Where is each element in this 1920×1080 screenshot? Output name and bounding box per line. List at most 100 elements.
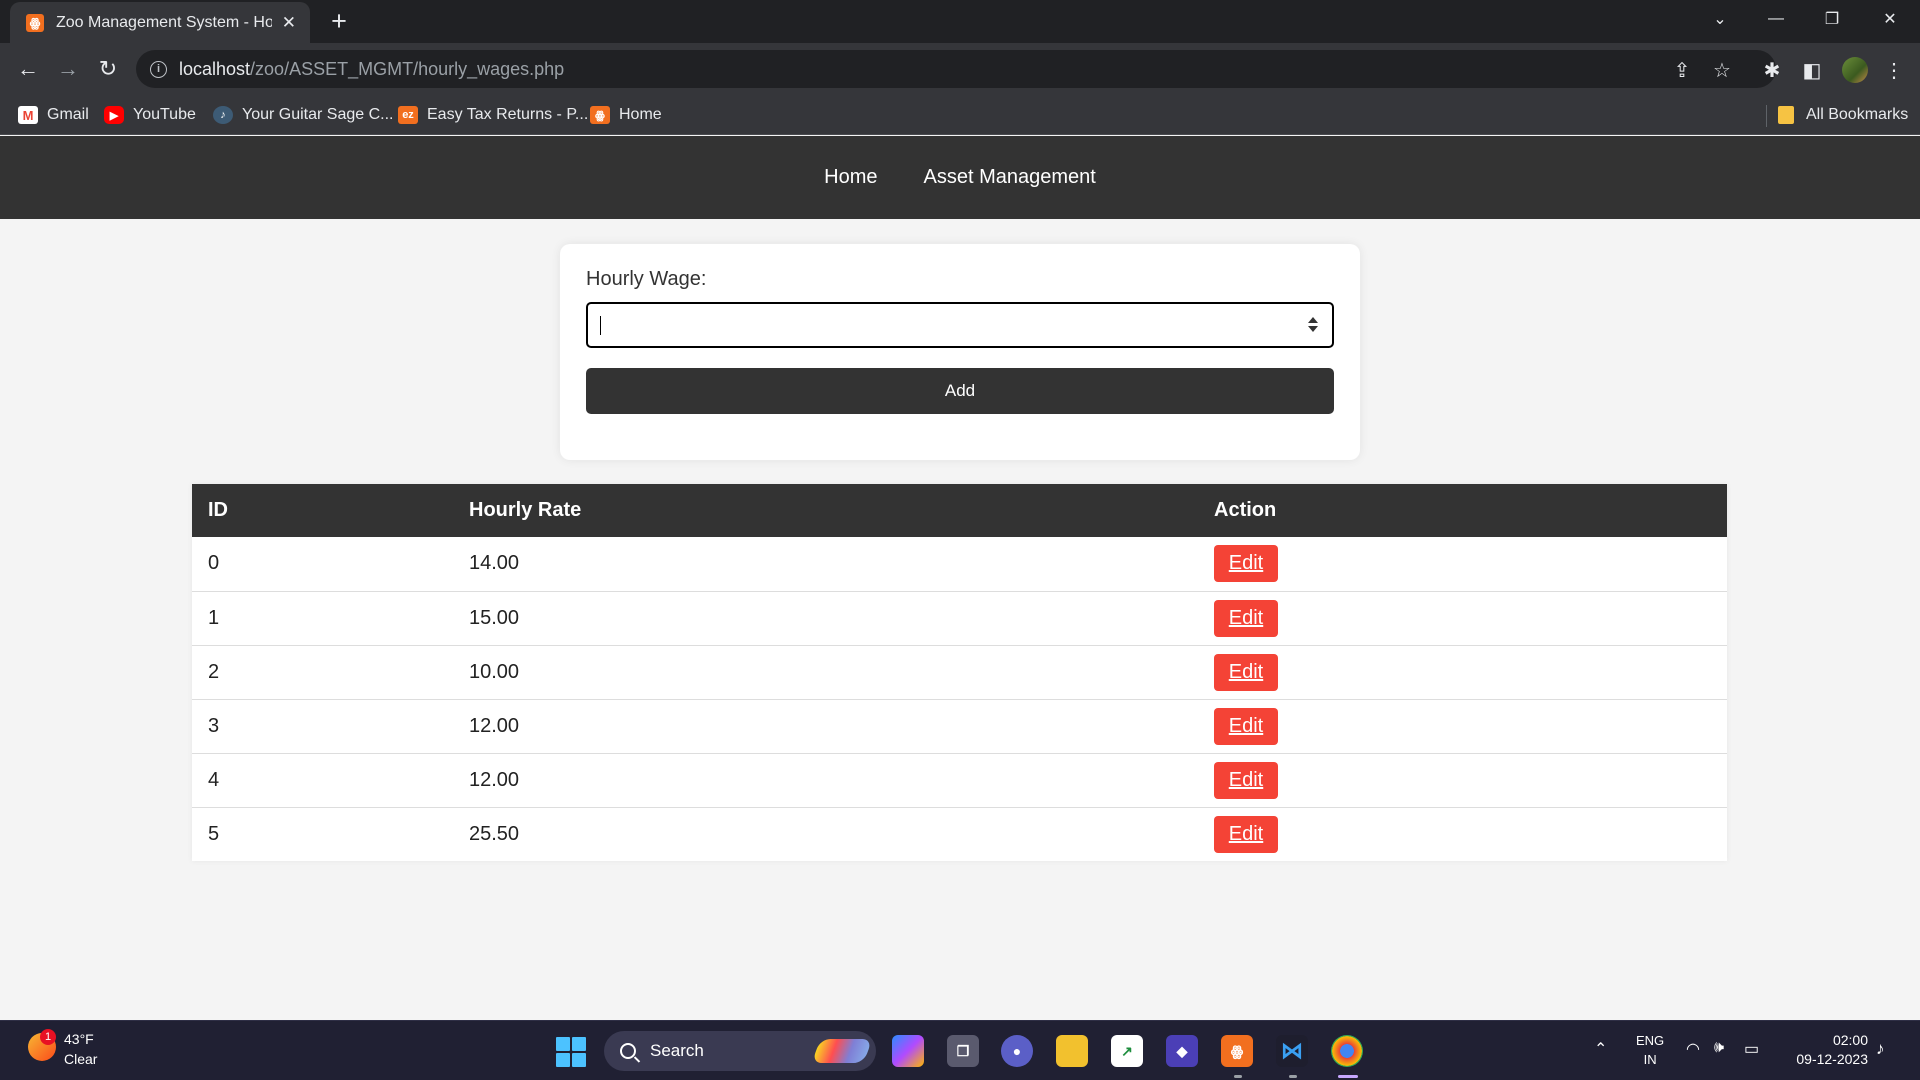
- teams-chat-icon[interactable]: ●: [1001, 1035, 1033, 1067]
- bookmark-youtube[interactable]: ▶ YouTube: [104, 104, 196, 126]
- ez-icon: ez: [398, 106, 418, 124]
- cell-action: Edit: [1198, 807, 1727, 861]
- bookmark-star-icon[interactable]: ☆: [1710, 58, 1734, 83]
- all-bookmarks-label: All Bookmarks: [1806, 106, 1909, 123]
- nav-asset-management-link[interactable]: Asset Management: [924, 166, 1096, 189]
- notification-icon[interactable]: ♪: [1876, 1039, 1885, 1059]
- new-tab-button[interactable]: +: [324, 6, 354, 36]
- edit-button[interactable]: Edit: [1214, 815, 1278, 853]
- windows-taskbar: 1 43°F Clear Search ❐ ● ↗ ◆ ꙮ ⋈ ⌃ ENG IN…: [0, 1020, 1920, 1080]
- cell-rate: 14.00: [453, 537, 1198, 592]
- cell-rate: 12.00: [453, 753, 1198, 808]
- gmail-icon: M: [18, 106, 38, 124]
- table-row: 1 15.00 Edit: [192, 591, 1727, 646]
- file-explorer-icon[interactable]: [1056, 1035, 1088, 1067]
- minimize-icon[interactable]: —: [1752, 0, 1800, 38]
- clock[interactable]: 02:00 09-12-2023: [1784, 1031, 1868, 1069]
- folder-icon: [1778, 106, 1794, 124]
- number-spinner-icon[interactable]: [1308, 317, 1318, 333]
- region-code: IN: [1643, 1052, 1657, 1067]
- edit-button[interactable]: Edit: [1214, 653, 1278, 691]
- taskbar-search[interactable]: Search: [604, 1031, 876, 1071]
- add-button[interactable]: Add: [586, 368, 1334, 414]
- cell-action: Edit: [1198, 699, 1727, 754]
- wifi-icon[interactable]: ◠: [1686, 1039, 1700, 1059]
- windows-start-icon[interactable]: [556, 1037, 586, 1067]
- language-indicator[interactable]: ENG IN: [1636, 1031, 1664, 1069]
- cell-rate: 15.00: [453, 591, 1198, 646]
- side-panel-icon[interactable]: ◧: [1798, 56, 1826, 84]
- hourly-wage-form: Hourly Wage: Add: [560, 244, 1360, 460]
- header-hourly-rate: Hourly Rate: [453, 484, 1198, 537]
- cell-id: 5: [208, 822, 220, 845]
- site-navbar: Home Asset Management: [0, 136, 1920, 219]
- cell-action: Edit: [1198, 591, 1727, 646]
- weather-temp: 43°F: [64, 1031, 94, 1047]
- edit-button[interactable]: Edit: [1214, 599, 1278, 637]
- forward-icon[interactable]: →: [52, 53, 84, 85]
- xampp-icon[interactable]: ꙮ: [1221, 1035, 1253, 1067]
- site-info-icon[interactable]: i: [150, 60, 167, 78]
- hourly-wage-label: Hourly Wage:: [586, 268, 707, 290]
- browser-toolbar: ← → ↻ i localhost/zoo/ASSET_MGMT/hourly_…: [0, 43, 1920, 95]
- running-indicator: [1234, 1075, 1242, 1078]
- browser-tab-strip: ꙮ Zoo Management System - Hourly Wages ✕…: [0, 0, 1920, 43]
- tab-search-icon[interactable]: ⌄: [1696, 0, 1744, 38]
- cell-id: 4: [192, 753, 453, 808]
- profile-avatar[interactable]: [1842, 57, 1868, 83]
- nav-home-link[interactable]: Home: [824, 166, 877, 189]
- reload-icon[interactable]: ↻: [92, 53, 124, 85]
- table-row: 3 12.00 Edit: [192, 699, 1727, 754]
- task-view-icon[interactable]: ❐: [947, 1035, 979, 1067]
- header-action: Action: [1198, 484, 1727, 537]
- bookmark-label: Your Guitar Sage C...: [242, 106, 394, 123]
- xampp-icon: ꙮ: [590, 106, 610, 124]
- bookmark-label: Easy Tax Returns - P...: [427, 106, 589, 123]
- table-row: 5 25.50 Edit: [192, 807, 1727, 861]
- hourly-wage-input[interactable]: [586, 302, 1334, 348]
- bookmarks-bar: M Gmail ▶ YouTube ♪ Your Guitar Sage C..…: [0, 95, 1920, 135]
- stocks-app-icon[interactable]: ↗: [1111, 1035, 1143, 1067]
- weather-desc: Clear: [64, 1051, 98, 1067]
- app-icon[interactable]: ◆: [1166, 1035, 1198, 1067]
- header-id: ID: [192, 484, 453, 537]
- cell-rate: 12.00: [453, 699, 1198, 754]
- table-row: 0 14.00 Edit: [192, 537, 1727, 592]
- bookmark-easy-tax[interactable]: ez Easy Tax Returns - P...: [398, 104, 588, 126]
- cell-action: Edit: [1198, 645, 1727, 700]
- cell-action: Edit: [1198, 753, 1727, 808]
- chrome-icon[interactable]: [1331, 1035, 1363, 1067]
- battery-icon[interactable]: ▭: [1744, 1039, 1759, 1059]
- cell-id: 2: [192, 645, 453, 700]
- close-tab-icon[interactable]: ✕: [282, 13, 296, 33]
- bookmark-home[interactable]: ꙮ Home: [590, 104, 662, 126]
- language-code: ENG: [1636, 1033, 1665, 1048]
- edit-button[interactable]: Edit: [1214, 761, 1278, 799]
- url-path: /zoo/ASSET_MGMT/hourly_wages.php: [250, 58, 565, 79]
- edit-button[interactable]: Edit: [1214, 707, 1278, 745]
- search-icon: [620, 1043, 636, 1059]
- table-header-row: ID Hourly Rate Action: [192, 484, 1727, 537]
- tray-overflow-icon[interactable]: ⌃: [1594, 1039, 1607, 1059]
- bookmark-gmail[interactable]: M Gmail: [18, 104, 89, 126]
- table-row: 4 12.00 Edit: [192, 753, 1727, 808]
- cell-id: 3: [192, 699, 453, 754]
- youtube-icon: ▶: [104, 106, 124, 124]
- close-window-icon[interactable]: ✕: [1866, 0, 1914, 38]
- all-bookmarks[interactable]: All Bookmarks: [1778, 104, 1908, 126]
- vscode-icon[interactable]: ⋈: [1276, 1035, 1308, 1067]
- cell-rate: 10.00: [453, 645, 1198, 700]
- guitar-sage-icon: ♪: [213, 106, 233, 124]
- back-icon[interactable]: ←: [12, 53, 44, 85]
- extensions-icon[interactable]: ✱: [1758, 56, 1786, 84]
- volume-icon[interactable]: 🕪: [1714, 1039, 1724, 1057]
- copilot-icon[interactable]: [892, 1035, 924, 1067]
- edit-button[interactable]: Edit: [1214, 545, 1278, 583]
- menu-icon[interactable]: ⋮: [1880, 56, 1908, 84]
- bookmark-guitar-sage[interactable]: ♪ Your Guitar Sage C...: [213, 104, 394, 126]
- share-icon[interactable]: ⇪: [1670, 58, 1694, 83]
- browser-tab[interactable]: ꙮ Zoo Management System - Hourly Wages ✕: [10, 2, 310, 43]
- restore-icon[interactable]: ❐: [1808, 0, 1856, 38]
- address-bar[interactable]: i localhost/zoo/ASSET_MGMT/hourly_wages.…: [136, 50, 1776, 88]
- cell-id: 0: [192, 537, 453, 592]
